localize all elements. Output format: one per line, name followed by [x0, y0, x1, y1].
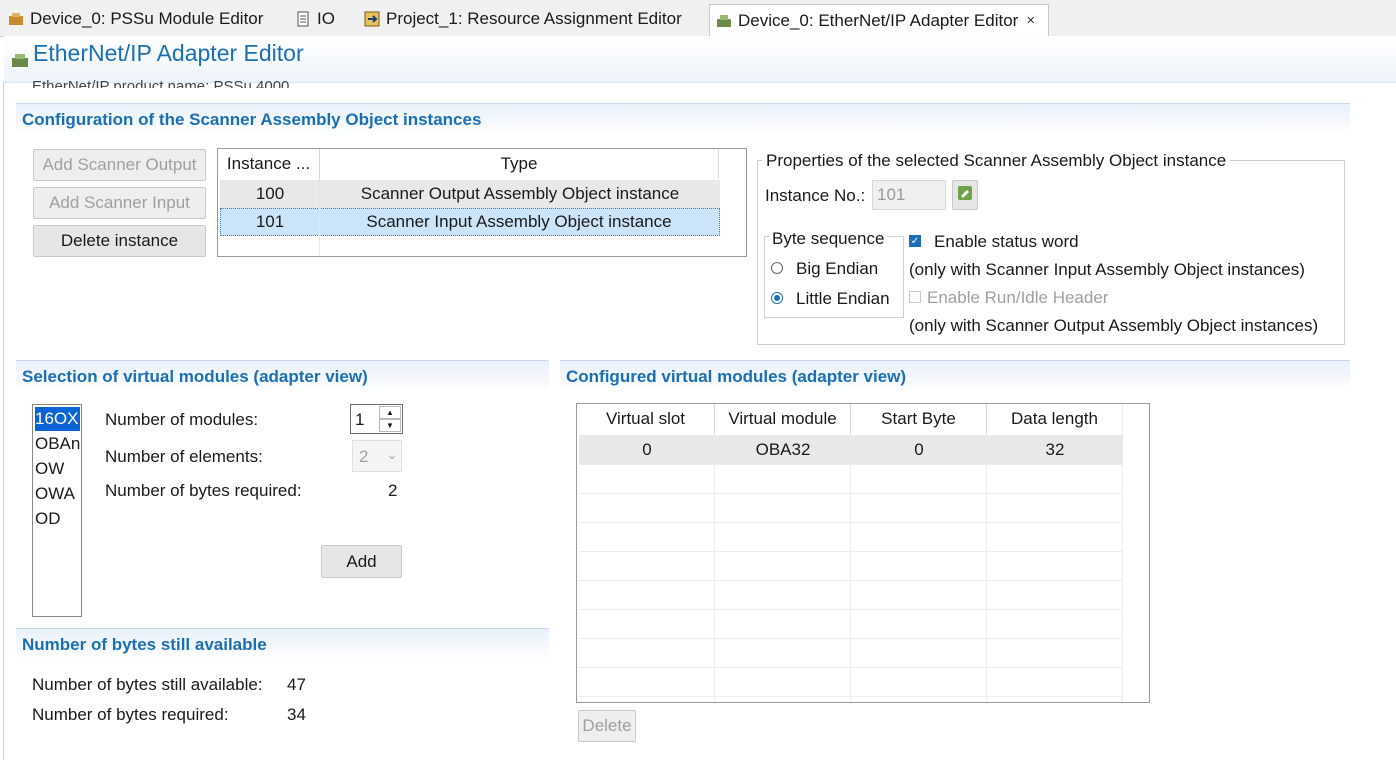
page-title: EtherNet/IP Adapter Editor [33, 40, 304, 66]
section-title: Configured virtual modules (adapter view… [566, 366, 907, 386]
table-row[interactable]: 0 OBA32 0 32 [579, 435, 1123, 465]
data-length-cell: 32 [1045, 439, 1065, 459]
column-header-data-length[interactable]: Data length [987, 404, 1123, 434]
delete-instance-button[interactable]: Delete instance [33, 225, 206, 257]
section-title: Configuration of the Scanner Assembly Ob… [22, 109, 482, 129]
bytes-required-value: 2 [388, 481, 398, 500]
column-divider [850, 434, 851, 702]
type-cell: Scanner Output Assembly Object instance [360, 184, 680, 203]
column-header-virtual-slot[interactable]: Virtual slot [577, 404, 715, 434]
instance-no-field[interactable]: 101 [872, 180, 946, 210]
empty-row [579, 551, 1123, 581]
selection-section-header: Selection of virtual modules (adapter vi… [16, 360, 549, 392]
empty-row [579, 464, 1123, 494]
column-header-start-byte[interactable]: Start Byte [851, 404, 987, 434]
section-title: Selection of virtual modules (adapter vi… [22, 366, 368, 386]
spinner-down-icon[interactable]: ▼ [379, 419, 401, 432]
num-elements-select[interactable]: 2 ⌄ [352, 440, 402, 472]
column-header-instance[interactable]: Instance ... [218, 149, 320, 179]
empty-row [579, 638, 1123, 668]
table-row-selected[interactable]: 101 Scanner Input Assembly Object instan… [220, 208, 720, 236]
tab-io[interactable]: IO [289, 4, 359, 34]
list-item[interactable]: 16OX [34, 406, 81, 432]
table-row[interactable]: 100 Scanner Output Assembly Object insta… [220, 180, 720, 208]
properties-group-title: Properties of the selected Scanner Assem… [762, 151, 1231, 171]
tab-label: IO [317, 9, 335, 28]
editor-left-border [3, 82, 4, 760]
start-byte-cell: 0 [914, 439, 924, 459]
column-divider [1122, 404, 1123, 702]
section-title: Number of bytes still available [22, 634, 267, 654]
big-endian-label[interactable]: Big Endian [796, 259, 878, 279]
add-button[interactable]: Add [321, 545, 402, 578]
scanner-instance-table[interactable]: Instance ... Type 100 Scanner Output Ass… [217, 148, 747, 257]
little-endian-label[interactable]: Little Endian [796, 289, 890, 309]
adapter-icon [11, 52, 29, 73]
adapter-icon [716, 13, 732, 29]
empty-row [579, 522, 1123, 552]
column-divider [319, 179, 320, 256]
instance-cell: 101 [255, 212, 285, 231]
column-divider [714, 434, 715, 702]
little-endian-radio[interactable] [771, 292, 783, 304]
list-item[interactable]: OBAn [35, 432, 80, 456]
bytes-section-header: Number of bytes still available [16, 628, 549, 660]
tab-pssu-module-editor[interactable]: Device_0: PSSu Module Editor [2, 4, 287, 34]
big-endian-radio[interactable] [771, 262, 783, 274]
column-header-virtual-module[interactable]: Virtual module [715, 404, 851, 434]
tab-label: Project_1: Resource Assignment Editor [386, 9, 682, 28]
status-word-note: (only with Scanner Input Assembly Object… [909, 260, 1305, 279]
module-cell: OBA32 [755, 439, 811, 459]
num-modules-value[interactable]: 1 [355, 410, 364, 430]
virtual-modules-list[interactable]: 16OX OBAn OW OWA OD [32, 404, 82, 617]
edit-icon [957, 185, 973, 206]
enable-run-idle-checkbox[interactable] [909, 291, 921, 303]
run-idle-note: (only with Scanner Output Assembly Objec… [909, 316, 1319, 335]
empty-row [579, 580, 1123, 610]
byte-sequence-title: Byte sequence [769, 229, 888, 249]
empty-row [579, 667, 1123, 697]
add-scanner-input-button[interactable]: Add Scanner Input [33, 187, 206, 219]
type-cell: Scanner Input Assembly Object instance [366, 212, 672, 231]
list-item[interactable]: OWA [35, 482, 80, 506]
tab-label: Device_0: EtherNet/IP Adapter Editor [738, 10, 1019, 30]
configured-modules-table[interactable]: Virtual slot Virtual module Start Byte D… [576, 403, 1150, 703]
chevron-down-icon: ⌄ [387, 448, 398, 462]
slot-cell: 0 [642, 439, 652, 459]
bytes-required-label: Number of bytes required: [105, 481, 302, 500]
document-icon [295, 11, 311, 27]
close-icon[interactable]: × [1026, 12, 1035, 29]
bytes-required-total-label: Number of bytes required: [32, 705, 229, 724]
bytes-required-total-value: 34 [287, 705, 306, 724]
enable-status-word-label[interactable]: Enable status word [934, 232, 1079, 252]
num-modules-spinner[interactable]: 1 ▲ ▼ [350, 404, 403, 434]
list-item[interactable]: OW [35, 457, 80, 481]
instance-cell: 100 [255, 184, 285, 203]
instance-no-label: Instance No.: [765, 186, 866, 205]
empty-row [579, 493, 1123, 523]
product-name-text: EtherNet/IP product name: PSSu 4000 [32, 78, 290, 88]
enable-run-idle-label[interactable]: Enable Run/Idle Header [927, 288, 1108, 308]
bytes-available-value: 47 [287, 675, 306, 694]
tab-label: Device_0: PSSu Module Editor [30, 9, 264, 28]
num-modules-label: Number of modules: [105, 410, 259, 429]
empty-row [579, 609, 1123, 639]
configured-section-header: Configured virtual modules (adapter view… [560, 360, 1350, 392]
add-scanner-output-button[interactable]: Add Scanner Output [33, 149, 206, 181]
num-elements-value: 2 [359, 447, 369, 466]
bytes-available-label: Number of bytes still available: [32, 675, 263, 694]
edit-instance-button[interactable] [952, 180, 978, 210]
module-icon [8, 11, 24, 27]
scanner-section-header: Configuration of the Scanner Assembly Ob… [16, 103, 1350, 135]
tab-resource-assignment-editor[interactable]: Project_1: Resource Assignment Editor [358, 4, 708, 34]
tab-ethernet-ip-adapter-editor[interactable]: Device_0: EtherNet/IP Adapter Editor × [709, 4, 1049, 36]
column-divider [986, 434, 987, 702]
num-elements-label: Number of elements: [105, 447, 263, 466]
resource-icon [364, 11, 380, 27]
delete-module-button[interactable]: Delete [578, 710, 636, 742]
column-header-type[interactable]: Type [320, 149, 719, 179]
list-item[interactable]: OD [35, 507, 80, 531]
spinner-up-icon[interactable]: ▲ [379, 406, 401, 419]
enable-status-word-checkbox[interactable]: ✓ [909, 235, 921, 247]
